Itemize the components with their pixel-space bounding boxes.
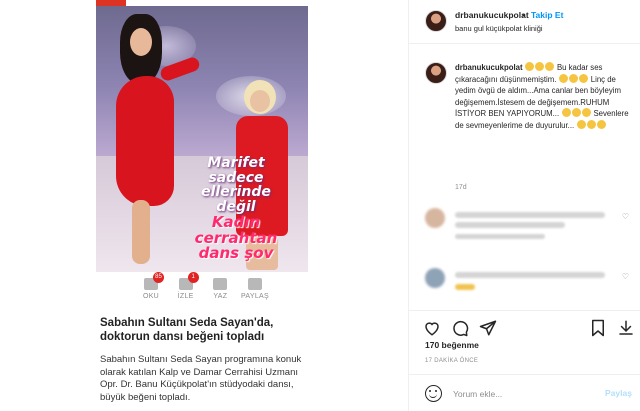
post-media[interactable]: Marifet sadece ellerinde değil Kadın cer… — [0, 0, 409, 411]
avatar — [425, 268, 445, 288]
action-label: OKU — [142, 293, 160, 300]
share-icon[interactable] — [479, 319, 497, 337]
emoji-icon — [569, 73, 579, 83]
avatar[interactable] — [425, 10, 447, 32]
article-headline: Sabahın Sultanı Seda Sayan'da, doktorun … — [100, 317, 274, 343]
emoji-icon — [581, 108, 591, 117]
comment-row-blurred: ♡ — [425, 208, 631, 239]
overlay-line: dans şov — [198, 244, 274, 263]
emoji-icon — [561, 108, 571, 117]
emoji-icon — [559, 73, 569, 83]
article-action-yaz: YAZ — [205, 276, 235, 306]
emoji-icon — [571, 108, 581, 117]
heart-icon[interactable] — [423, 319, 441, 337]
emoji-icon — [535, 62, 545, 71]
likes-count[interactable]: 170 beğenme — [425, 340, 479, 350]
comment-icon[interactable] — [451, 319, 469, 337]
action-label: PAYLAŞ — [240, 293, 269, 300]
emoji-icon — [576, 119, 586, 129]
emoji-icon — [586, 119, 596, 129]
post-modal: Marifet sadece ellerinde değil Kadın cer… — [0, 0, 640, 411]
article-body: Sabahın Sultanı Seda Sayan programına ko… — [100, 354, 302, 403]
comment-row-blurred: ♡ — [425, 268, 631, 294]
follow-button[interactable]: Takip Et — [531, 10, 563, 20]
avatar[interactable] — [425, 62, 447, 84]
heart-icon[interactable]: ♡ — [622, 272, 629, 281]
avatar — [425, 208, 445, 228]
heart-icon[interactable]: ♡ — [622, 212, 629, 221]
post-comment-button[interactable]: Paylaş — [605, 388, 632, 398]
play-icon: 1 — [178, 272, 199, 290]
caption-username[interactable]: drbanukucukpolat — [455, 63, 523, 72]
emoji-icon — [525, 62, 535, 71]
overlay-line: ellerinde — [201, 184, 271, 201]
download-icon[interactable] — [617, 319, 635, 337]
caption-text: drbanukucukpolat Bu kadar ses çıkaracağı… — [455, 62, 631, 131]
article-action-izle: 1 İZLE — [171, 272, 201, 306]
comment-icon: 85 — [144, 272, 164, 290]
article-photo: Marifet sadece ellerinde değil Kadın cer… — [96, 6, 308, 272]
bookmark-icon[interactable] — [589, 319, 607, 337]
post-sidebar: drbanukucukpolat • Takip Et banu gul küç… — [409, 0, 640, 411]
emoji-icon — [545, 62, 555, 71]
username-link[interactable]: drbanukucukpolat — [455, 10, 529, 20]
news-article-screenshot: Marifet sadece ellerinde değil Kadın cer… — [88, 0, 320, 411]
article-action-paylas: PAYLAŞ — [240, 276, 270, 306]
overlay-line: Marifet — [207, 155, 265, 171]
separator-dot: • — [522, 10, 525, 20]
post-timestamp: 17 DAKİKA ÖNCE — [425, 358, 479, 364]
comment-box: Paylaş — [409, 374, 640, 411]
caption-timestamp: 17d — [455, 184, 467, 191]
share-icon — [247, 278, 262, 290]
count-badge: 85 — [153, 272, 164, 283]
instagram-post-window: Marifet sadece ellerinde değil Kadın cer… — [0, 0, 640, 411]
emoji-icon — [579, 73, 589, 83]
location-link[interactable]: banu gul küçükpolat kliniği — [455, 24, 543, 33]
action-label: İZLE — [177, 293, 194, 300]
emoji-icon — [596, 119, 606, 129]
comment-input[interactable] — [453, 385, 593, 402]
photo-overlay-caption: Marifet sadece ellerinde değil Kadın cer… — [166, 156, 306, 262]
article-action-oku: 85 OKU — [136, 272, 166, 306]
post-header: drbanukucukpolat • Takip Et banu gul küç… — [409, 0, 640, 44]
article-actions: 85 OKU 1 İZLE YAZ PAYLAŞ — [136, 272, 270, 306]
action-label: YAZ — [213, 293, 228, 300]
emoji-picker-icon[interactable] — [425, 385, 442, 402]
count-badge: 1 — [187, 272, 199, 283]
edit-icon — [213, 278, 228, 290]
